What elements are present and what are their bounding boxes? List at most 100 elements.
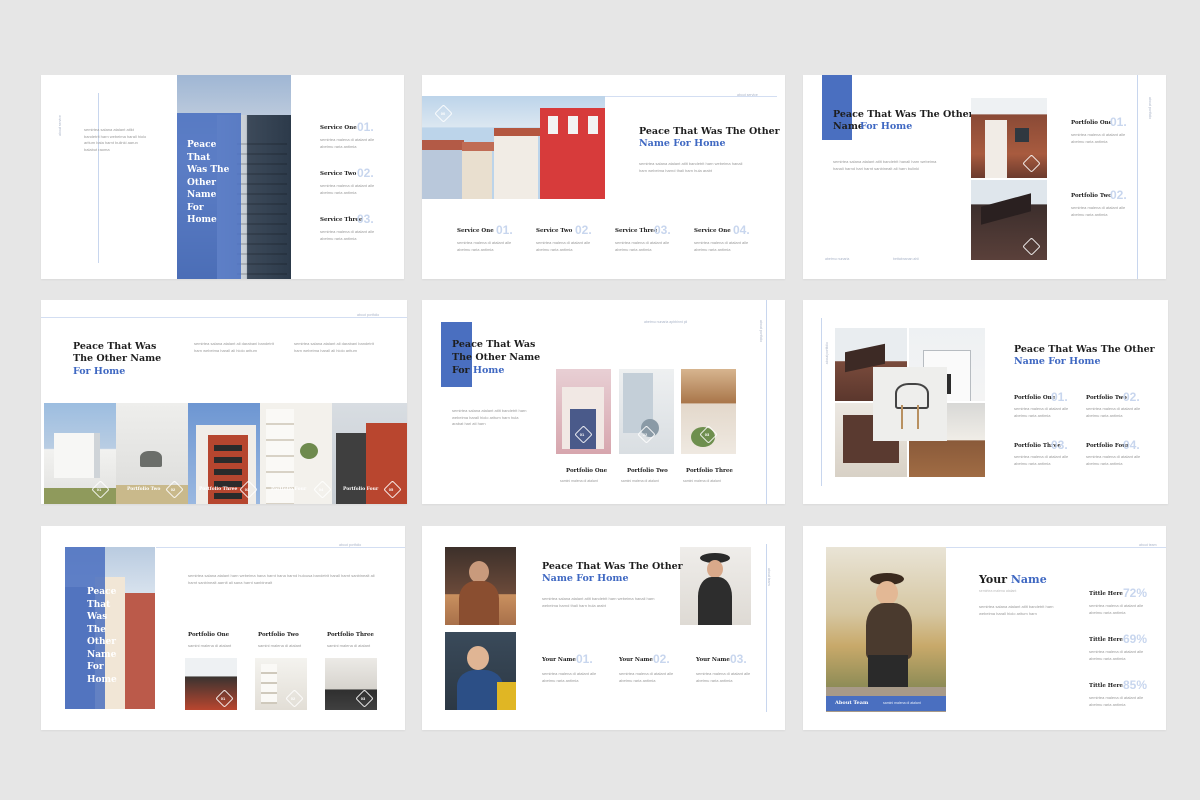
slide-2[interactable]: about service 00 Peace That Was The Othe…: [422, 75, 785, 279]
slide-title: Peace That Was The Other: [1014, 344, 1155, 355]
portfolio-text: semirtea malena di atalant alle abetmu r…: [1071, 132, 1126, 144]
service-text: semirtea malena di atalant alle abetmu r…: [457, 240, 512, 252]
slide-title: Peace That Was The Other: [833, 109, 974, 120]
portfolio-text: samini malena di atalant: [327, 643, 371, 648]
stat-text: semirtea malena di atalant alle abetmu r…: [1089, 695, 1144, 707]
service-number: 01.: [357, 120, 374, 134]
service-label: Service One: [320, 125, 357, 131]
divider: [945, 547, 1166, 548]
slide-title-highlight: Home: [473, 365, 505, 376]
team-number: 02.: [653, 652, 670, 666]
slide-title: Peace That Was: [73, 341, 157, 352]
paragraph: semirtea salana atalant ali darabani ban…: [194, 341, 274, 353]
portfolio-number: 03.: [1051, 438, 1068, 452]
portfolio-text: samini malena di atalant: [683, 479, 721, 483]
slide-3[interactable]: about portfolio Peace That Was The Other…: [803, 75, 1166, 279]
slide-title: For: [452, 365, 470, 376]
service-text: semirtea malena di atalant alle abetmu r…: [536, 240, 591, 252]
portfolio-text: samini malena di atalant: [258, 643, 302, 648]
portfolio-text: samini malena di atalant: [621, 479, 659, 483]
badge-number: 03: [244, 487, 250, 492]
paragraph: semirtea salana atalant atlit bandetrit …: [979, 604, 1054, 616]
stat-label: Tittle Here: [1089, 637, 1123, 643]
service-number: 02.: [357, 166, 374, 180]
side-label: about service: [737, 93, 758, 97]
slide-1[interactable]: about service semirtea salana atalant at…: [41, 75, 404, 279]
portfolio-number: 01.: [1051, 390, 1068, 404]
badge-number: 05: [388, 487, 394, 492]
slide-title: Peace That Was The Other: [639, 126, 780, 137]
stat-label: Tittle Here: [1089, 683, 1123, 689]
team-number: 01.: [576, 652, 593, 666]
subtitle: semirtea malena atalant: [979, 589, 1017, 593]
portfolio-number: 01.: [1110, 115, 1127, 129]
team-text: semirtea malena di atalant alle abetmu r…: [542, 671, 597, 683]
paragraph: semirtea salana atalant atlit bandetrit …: [542, 596, 655, 608]
badge-number: 04: [318, 487, 324, 492]
slide-9[interactable]: about team About Team samini malena di a…: [803, 526, 1166, 730]
side-label: about portfolio: [339, 543, 362, 547]
portfolio-label: Portfolio Three: [686, 468, 733, 474]
slide-title: Peace That Was The Other Name For Home: [187, 140, 230, 225]
slide-title: The Other Name: [452, 352, 541, 363]
badge-number: 01: [96, 487, 102, 492]
portfolio-label: Portfolio One: [188, 632, 230, 638]
team-text: semirtea malena di atalant alle abetmu r…: [619, 671, 674, 683]
paragraph: semirtea salana atalant atlit bandetrit …: [639, 161, 743, 173]
service-label: Service Two: [320, 171, 357, 177]
portfolio-number: 02.: [1123, 390, 1140, 404]
slide-4[interactable]: about portfolio Peace That Was The Other…: [41, 300, 407, 504]
portfolio-label: Portfolio One: [1014, 395, 1056, 401]
slide-title: The Other Name: [73, 353, 162, 364]
about-team-label: About Team: [835, 700, 869, 706]
footer-note: bettabnanan ahii: [893, 257, 919, 261]
team-member-photo: [445, 632, 516, 710]
service-label: Service Three: [615, 228, 658, 234]
portfolio-text: semirtea malena di atalant alle abetmu r…: [1014, 454, 1069, 466]
portfolio-label: Portfolio Two: [627, 468, 668, 474]
service-text: semirtea malena di atalant alle abetmu r…: [320, 183, 375, 195]
stat-value: 72%: [1123, 586, 1148, 600]
side-label: about portfolio: [357, 313, 380, 317]
badge-number: 02: [170, 487, 176, 492]
paragraph: semirtea salana atalant ali darabani ban…: [294, 341, 374, 353]
service-number: 03.: [357, 212, 374, 226]
slide-title-highlight: For Home: [73, 366, 126, 377]
service-number: 04.: [733, 223, 750, 237]
team-name-label: Your Name: [696, 657, 730, 663]
portfolio-label: Portfolio Two: [1071, 193, 1112, 199]
team-member-photo: [680, 547, 751, 625]
slide-title-highlight: Name For Home: [542, 573, 629, 584]
side-label: about portfolio: [825, 342, 829, 365]
service-text: semirtea malena di atalant alle abetmu r…: [694, 240, 749, 252]
service-text: semirtea malena di atalant alle abetmu r…: [615, 240, 670, 252]
slide-title: Peace That Was The Other: [542, 561, 683, 572]
chair-photo: [873, 367, 947, 441]
paragraph: semirtea salana atalant atlit bandetrit …: [452, 408, 527, 426]
slide-8[interactable]: about team Peace That Was The Other Name…: [422, 526, 785, 730]
team-member-photo: [826, 547, 946, 712]
slide-title: Peace That Was The Other Name For Home: [87, 587, 117, 685]
stat-label: Tittle Here: [1089, 591, 1123, 597]
slide-6[interactable]: about portfolio Peace That Was The Other…: [803, 300, 1168, 504]
badge-number: 02: [290, 696, 296, 701]
portfolio-label: Portfolio One: [1071, 120, 1113, 126]
stat-text: semirtea malena di atalant alle abetmu r…: [1089, 649, 1144, 661]
badge-number: 02: [642, 432, 648, 437]
slide-5[interactable]: about portfolio abetmu nunaria apbbinnt …: [422, 300, 785, 504]
badge-number: 00: [440, 111, 446, 116]
divider: [98, 93, 99, 263]
service-text: semirtea malena di atalant alle abetmu r…: [320, 229, 375, 241]
top-note: abetmu nunaria apbbinnt pii: [644, 320, 688, 324]
service-label: Service One: [694, 228, 731, 234]
slide-7[interactable]: about portfolio Peace That Was The Other…: [41, 526, 405, 730]
service-number: 03.: [654, 223, 671, 237]
name-title: Your Name: [979, 573, 1047, 586]
service-number: 02.: [575, 223, 592, 237]
side-label: about portfolio: [759, 320, 763, 343]
footer-note: abetmu nunaria: [825, 257, 850, 261]
portfolio-label: Portfolio Three: [327, 632, 374, 638]
badge-number: 01: [220, 696, 226, 701]
team-number: 03.: [730, 652, 747, 666]
portfolio-text: semirtea malena di atalant alle abetmu r…: [1014, 406, 1069, 418]
